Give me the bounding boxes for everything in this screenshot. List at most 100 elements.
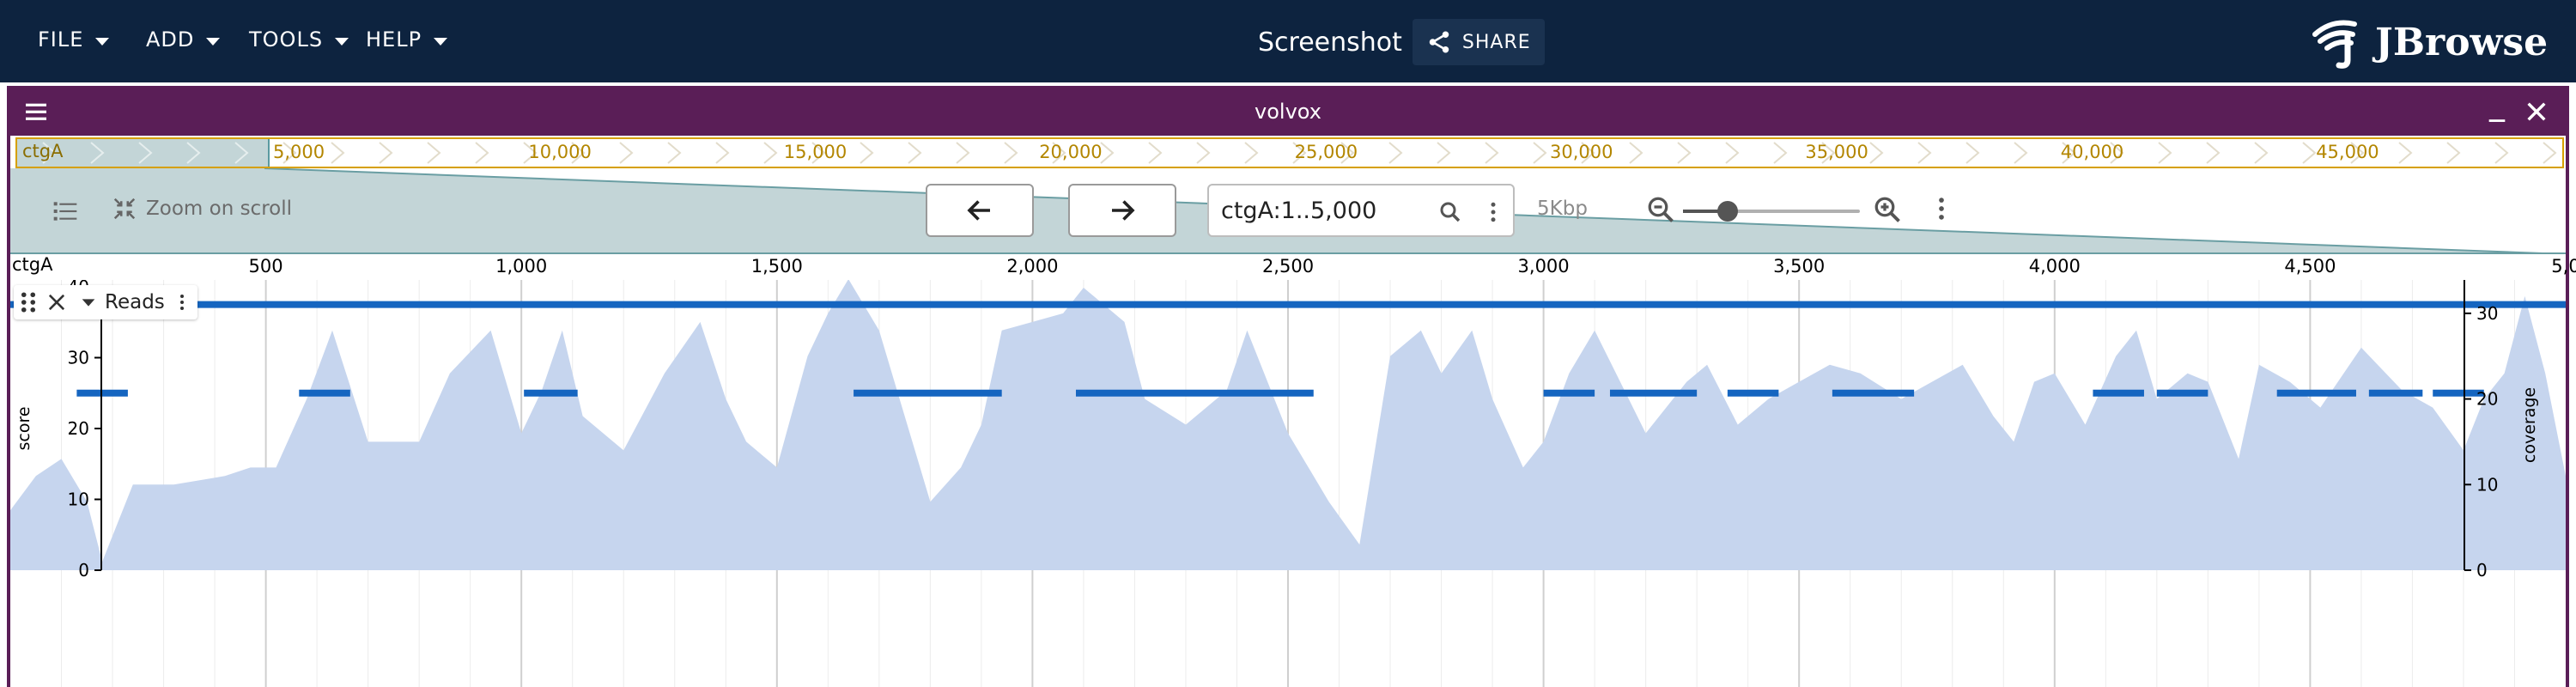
search-icon[interactable] [1437, 199, 1463, 225]
collapse-track-icon[interactable] [79, 293, 98, 312]
bp-per-view-label: 5Kbp [1537, 198, 1588, 220]
ruler-tick-label: 2,500 [1261, 256, 1315, 277]
overview-tick-label: 20,000 [1039, 142, 1103, 162]
ruler-tick-label: 1,500 [750, 256, 803, 277]
overview-scale-bar[interactable]: ctgA 5,000 10,000 15,000 20,000 25,000 30,000… [15, 137, 2564, 168]
jbrowse-logo-icon [2312, 20, 2357, 69]
overview-chevron [186, 142, 201, 164]
overview-chevron [763, 142, 778, 164]
overview-chevron [1004, 142, 1018, 164]
right-axis-tick-label: 0 [2476, 560, 2488, 581]
overview-chevron [667, 142, 682, 164]
overview-chevron [138, 142, 153, 164]
location-input[interactable] [1221, 198, 1427, 224]
feature-bar[interactable] [299, 389, 350, 397]
overview-chevron [715, 142, 730, 164]
overview-tick-label: 40,000 [2060, 142, 2124, 162]
overview-chevron [331, 142, 345, 164]
zoom-slider-thumb[interactable] [1716, 201, 1738, 222]
arrow-right-icon [1112, 200, 1135, 221]
pan-left-button[interactable] [926, 184, 1034, 237]
feature-bar[interactable] [854, 389, 1002, 397]
close-track-icon[interactable] [45, 290, 69, 314]
feature-bar[interactable] [2276, 389, 2356, 397]
overview-chevron [619, 142, 634, 164]
overview-chevron [1869, 142, 1884, 164]
ruler-tick-label: 2,000 [1006, 256, 1059, 277]
feature-bar[interactable] [1543, 389, 1595, 397]
overview-chevron [427, 142, 441, 164]
right-axis-tick-label: 20 [2476, 389, 2498, 410]
overview-chevron [1917, 142, 1932, 164]
zoom-on-scroll-toggle[interactable]: Zoom on scroll [112, 196, 292, 222]
overview-chevron [379, 142, 393, 164]
zoom-slider[interactable] [1683, 201, 1860, 222]
menu-add[interactable]: ADD [146, 22, 221, 57]
overview-tick-label: 25,000 [1294, 142, 1358, 162]
pan-right-button[interactable] [1068, 184, 1176, 237]
feature-bar[interactable] [1609, 389, 1698, 397]
feature-bar[interactable] [524, 389, 578, 397]
overview-chevrons [42, 142, 2557, 164]
caret-down-icon [335, 37, 349, 46]
ruler-tick-label: 3,500 [1773, 256, 1826, 277]
more-vert-icon[interactable] [1927, 194, 1956, 223]
ruler-tick-label: 5,0 [2551, 256, 2576, 277]
track-plot: 010203040score0102030coverage [10, 280, 2566, 687]
overview-tick-label: 45,000 [2316, 142, 2379, 162]
overview-chevron [2494, 142, 2509, 164]
left-axis-tick-label: 10 [68, 489, 89, 510]
ruler-tick-label: 500 [248, 256, 283, 277]
feature-bar[interactable] [2093, 389, 2144, 397]
overview-chevron [1965, 142, 1980, 164]
feature-bar[interactable] [1832, 389, 1915, 397]
overview-chevron [1196, 142, 1211, 164]
overview-chevron [475, 142, 489, 164]
feature-bar[interactable] [2156, 389, 2208, 397]
feature-bar[interactable] [2368, 389, 2423, 397]
overview-chevron [2543, 142, 2557, 164]
ruler-tick-label: 3,000 [1517, 256, 1570, 277]
overview-chevron [860, 142, 874, 164]
left-axis-tick-label: 30 [68, 348, 89, 368]
app-bar: FILE ADD TOOLS HELP Screenshot SHARE JBr… [0, 0, 2576, 82]
feature-bar[interactable] [10, 301, 2566, 308]
menu-file[interactable]: FILE [38, 22, 110, 57]
feature-bar[interactable] [1727, 389, 1779, 397]
overview-chevron [2158, 142, 2172, 164]
track-menu-icon[interactable] [172, 290, 192, 314]
more-vert-icon[interactable] [1480, 199, 1506, 225]
feature-bar[interactable] [76, 389, 128, 397]
location-search-box[interactable] [1207, 184, 1515, 237]
minimize-icon[interactable] [2485, 100, 2509, 125]
overview-chevron [1437, 142, 1451, 164]
share-button[interactable]: SHARE [1412, 19, 1545, 65]
track-selector-icon[interactable] [50, 198, 81, 225]
overview-tick-label: 30,000 [1550, 142, 1613, 162]
drag-handle-icon[interactable] [19, 290, 38, 314]
session-title[interactable]: Screenshot [1258, 27, 1402, 58]
view-title[interactable]: volvox [10, 100, 2566, 124]
overview-chevron [234, 142, 249, 164]
overview-chevron [1677, 142, 1692, 164]
left-axis-label: score [15, 406, 33, 450]
ruler-contig-label: ctgA [12, 254, 53, 275]
session-title-area: Screenshot SHARE [1258, 19, 1545, 65]
overview-chevron [956, 142, 970, 164]
feature-bar[interactable] [1075, 389, 1314, 397]
caret-down-icon [95, 37, 110, 46]
close-icon[interactable] [2523, 98, 2550, 125]
jbrowse-logo: JBrowse [2310, 15, 2548, 69]
overview-chevron [90, 142, 105, 164]
menu-tools[interactable]: TOOLS [249, 22, 349, 57]
track-label: Reads [14, 285, 197, 319]
overview-contig-label: ctgA [22, 141, 64, 161]
menu-help[interactable]: HELP [366, 22, 448, 57]
caret-down-icon [206, 37, 221, 46]
linear-genome-view: volvox ctgA 5,000 10,000 15,000 20,000 25,00… [7, 86, 2576, 687]
ruler-tick-label: 1,000 [495, 256, 548, 277]
arrow-left-icon [967, 200, 990, 221]
zoom-in-icon[interactable] [1872, 194, 1903, 225]
zoom-out-icon[interactable] [1645, 194, 1676, 225]
overview-chevron [1148, 142, 1163, 164]
